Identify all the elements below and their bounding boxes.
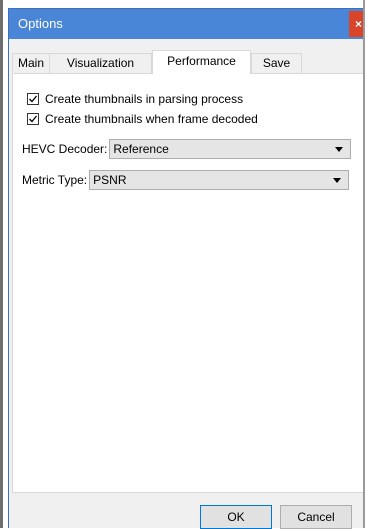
- thumbnails-parsing-option[interactable]: Create thumbnails in parsing process: [27, 91, 243, 107]
- chevron-down-icon: [335, 147, 344, 152]
- chevron-down-icon: [333, 178, 342, 183]
- thumbnails-decoded-checkbox[interactable]: [27, 113, 39, 125]
- checkmark-icon: [29, 115, 38, 123]
- close-icon: ×: [354, 17, 362, 31]
- performance-panel: Create thumbnails in parsing process Cre…: [12, 73, 364, 493]
- tab-bar: Main Visualization Performance Save: [9, 49, 365, 74]
- hevc-decoder-select[interactable]: Reference: [109, 139, 352, 159]
- metric-type-row: Metric Type: PSNR: [22, 169, 350, 191]
- thumbnails-parsing-label: Create thumbnails in parsing process: [45, 92, 244, 106]
- metric-type-value: PSNR: [93, 173, 127, 187]
- left-window-edge: [0, 0, 3, 528]
- thumbnails-decoded-label: Create thumbnails when frame decoded: [45, 112, 258, 126]
- tab-performance[interactable]: Performance: [152, 50, 251, 74]
- cancel-button[interactable]: Cancel: [280, 505, 352, 529]
- hevc-decoder-label: HEVC Decoder:: [22, 142, 108, 156]
- hevc-decoder-value: Reference: [113, 142, 169, 156]
- window-title: Options: [18, 16, 63, 31]
- tab-visualization[interactable]: Visualization: [49, 53, 152, 73]
- checkmark-icon: [29, 95, 38, 103]
- tab-save[interactable]: Save: [251, 53, 302, 73]
- metric-type-select[interactable]: PSNR: [89, 170, 350, 190]
- options-dialog: Options × Main Visualization Performance…: [8, 8, 365, 529]
- thumbnails-parsing-checkbox[interactable]: [27, 93, 39, 105]
- hevc-decoder-row: HEVC Decoder: Reference: [22, 138, 352, 160]
- thumbnails-decoded-option[interactable]: Create thumbnails when frame decoded: [27, 111, 258, 127]
- titlebar: Options ×: [9, 9, 365, 39]
- ok-button[interactable]: OK: [200, 505, 272, 529]
- metric-type-label: Metric Type:: [22, 173, 88, 187]
- tab-main[interactable]: Main: [12, 53, 50, 73]
